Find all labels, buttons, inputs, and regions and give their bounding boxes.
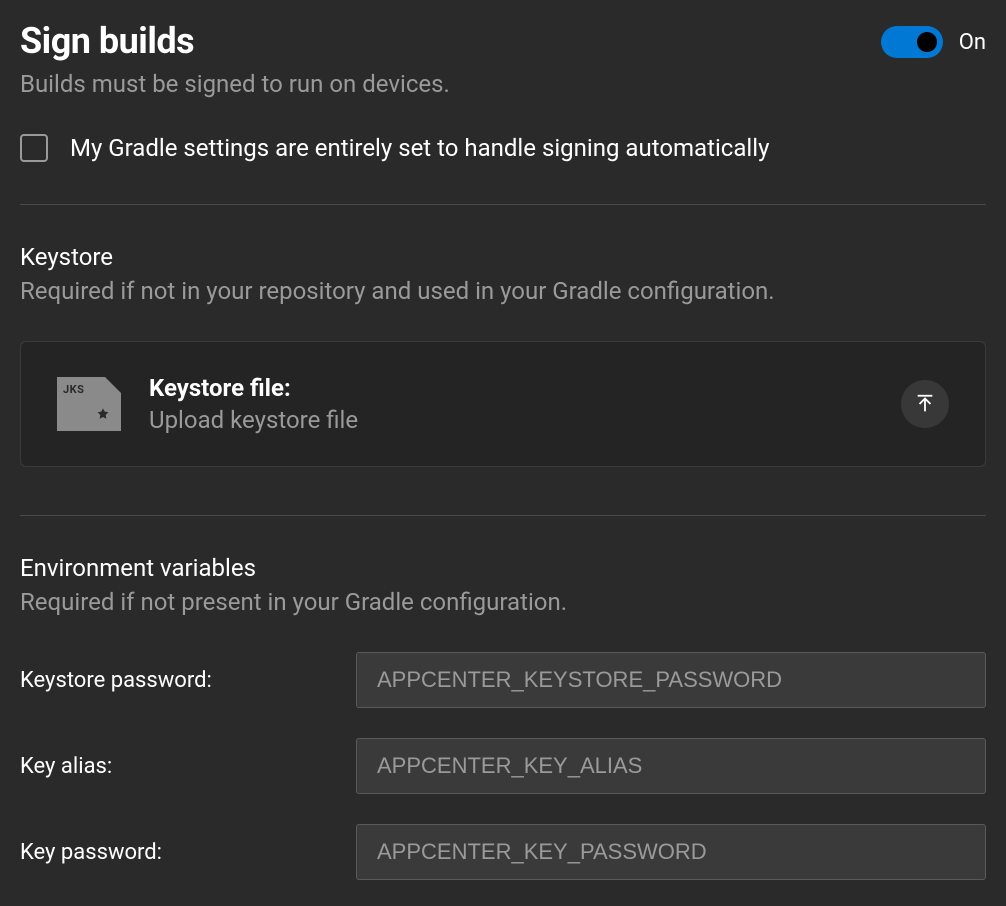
key-alias-label: Key alias: (20, 754, 356, 779)
key-password-label: Key password: (20, 840, 356, 865)
upload-info: Keystore file: Upload keystore file (149, 374, 873, 434)
keystore-file-status: Upload keystore file (149, 406, 873, 434)
key-password-input[interactable] (356, 824, 986, 880)
upload-keystore-button[interactable] (901, 380, 949, 428)
keystore-file-label: Keystore file: (149, 374, 873, 402)
jks-file-icon: JKS (57, 377, 121, 431)
page-title: Sign builds (20, 20, 194, 62)
certificate-badge-icon (95, 407, 111, 423)
page-subtitle: Builds must be signed to run on devices. (20, 70, 986, 98)
sign-builds-toggle-container: On (881, 26, 986, 58)
env-vars-section-title: Environment variables (20, 554, 986, 582)
keystore-password-input[interactable] (356, 652, 986, 708)
toggle-state-label: On (959, 30, 986, 55)
env-vars-section-description: Required if not present in your Gradle c… (20, 588, 986, 616)
divider (20, 515, 986, 516)
upload-icon (914, 393, 936, 415)
keystore-section-title: Keystore (20, 243, 986, 271)
toggle-knob (917, 32, 937, 52)
gradle-auto-sign-checkbox[interactable] (20, 134, 48, 162)
keystore-upload-card: JKS Keystore file: Upload keystore file (20, 341, 986, 467)
keystore-section-description: Required if not in your repository and u… (20, 277, 986, 305)
divider (20, 204, 986, 205)
keystore-password-label: Keystore password: (20, 668, 356, 693)
key-alias-input[interactable] (356, 738, 986, 794)
file-type-label: JKS (63, 383, 84, 396)
gradle-auto-sign-label: My Gradle settings are entirely set to h… (70, 134, 769, 162)
sign-builds-toggle[interactable] (881, 26, 943, 58)
